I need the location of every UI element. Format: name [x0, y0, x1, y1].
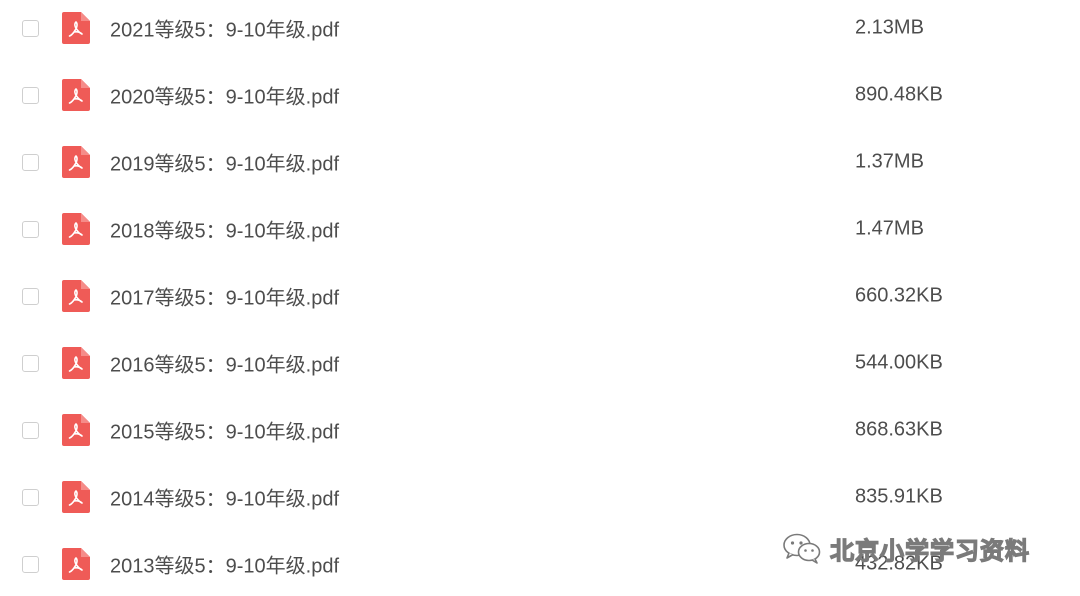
file-size: 868.63KB — [855, 418, 943, 441]
pdf-file-icon — [62, 414, 90, 446]
file-name[interactable]: 2017等级5：9-10年级.pdf — [110, 282, 339, 311]
file-size: 835.91KB — [855, 485, 943, 508]
file-name[interactable]: 2018等级5：9-10年级.pdf — [110, 215, 339, 244]
pdf-file-icon — [62, 79, 90, 111]
select-checkbox[interactable] — [22, 221, 39, 238]
list-item[interactable]: 2016等级5：9-10年级.pdf 544.00KB — [0, 335, 1080, 395]
select-checkbox[interactable] — [22, 20, 39, 37]
file-name[interactable]: 2020等级5：9-10年级.pdf — [110, 81, 339, 110]
pdf-file-icon — [62, 12, 90, 44]
list-item[interactable]: 2020等级5：9-10年级.pdf 890.48KB — [0, 67, 1080, 127]
file-size: 1.37MB — [855, 150, 924, 173]
file-size: 1.47MB — [855, 217, 924, 240]
select-checkbox[interactable] — [22, 288, 39, 305]
file-name[interactable]: 2014等级5：9-10年级.pdf — [110, 483, 339, 512]
pdf-file-icon — [62, 146, 90, 178]
select-checkbox[interactable] — [22, 422, 39, 439]
watermark-text: 北京小学学习资料 — [829, 537, 1030, 565]
list-item[interactable]: 2019等级5：9-10年级.pdf 1.37MB — [0, 134, 1080, 194]
file-name[interactable]: 2013等级5：9-10年级.pdf — [110, 550, 339, 579]
pdf-file-icon — [62, 347, 90, 379]
select-checkbox[interactable] — [22, 355, 39, 372]
pdf-file-icon — [62, 213, 90, 245]
select-checkbox[interactable] — [22, 87, 39, 104]
list-item[interactable]: 2018等级5：9-10年级.pdf 1.47MB — [0, 201, 1080, 261]
select-checkbox[interactable] — [22, 154, 39, 171]
file-name[interactable]: 2021等级5：9-10年级.pdf — [110, 14, 339, 43]
pdf-file-icon — [62, 548, 90, 580]
wechat-icon — [783, 533, 821, 564]
pdf-file-icon — [62, 481, 90, 513]
list-item[interactable]: 2017等级5：9-10年级.pdf 660.32KB — [0, 268, 1080, 328]
file-size: 2.13MB — [855, 16, 924, 39]
watermark: 北京小学学习资料 — [782, 530, 1030, 566]
file-size: 890.48KB — [855, 83, 943, 106]
list-item[interactable]: 2015等级5：9-10年级.pdf 868.63KB — [0, 402, 1080, 462]
file-name[interactable]: 2016等级5：9-10年级.pdf — [110, 349, 339, 378]
select-checkbox[interactable] — [22, 556, 39, 573]
file-size: 660.32KB — [855, 284, 943, 307]
file-size: 544.00KB — [855, 351, 943, 374]
list-item[interactable]: 2021等级5：9-10年级.pdf 2.13MB — [0, 0, 1080, 60]
file-name[interactable]: 2015等级5：9-10年级.pdf — [110, 416, 339, 445]
select-checkbox[interactable] — [22, 489, 39, 506]
pdf-file-icon — [62, 280, 90, 312]
list-item[interactable]: 2014等级5：9-10年级.pdf 835.91KB — [0, 469, 1080, 529]
file-name[interactable]: 2019等级5：9-10年级.pdf — [110, 148, 339, 177]
